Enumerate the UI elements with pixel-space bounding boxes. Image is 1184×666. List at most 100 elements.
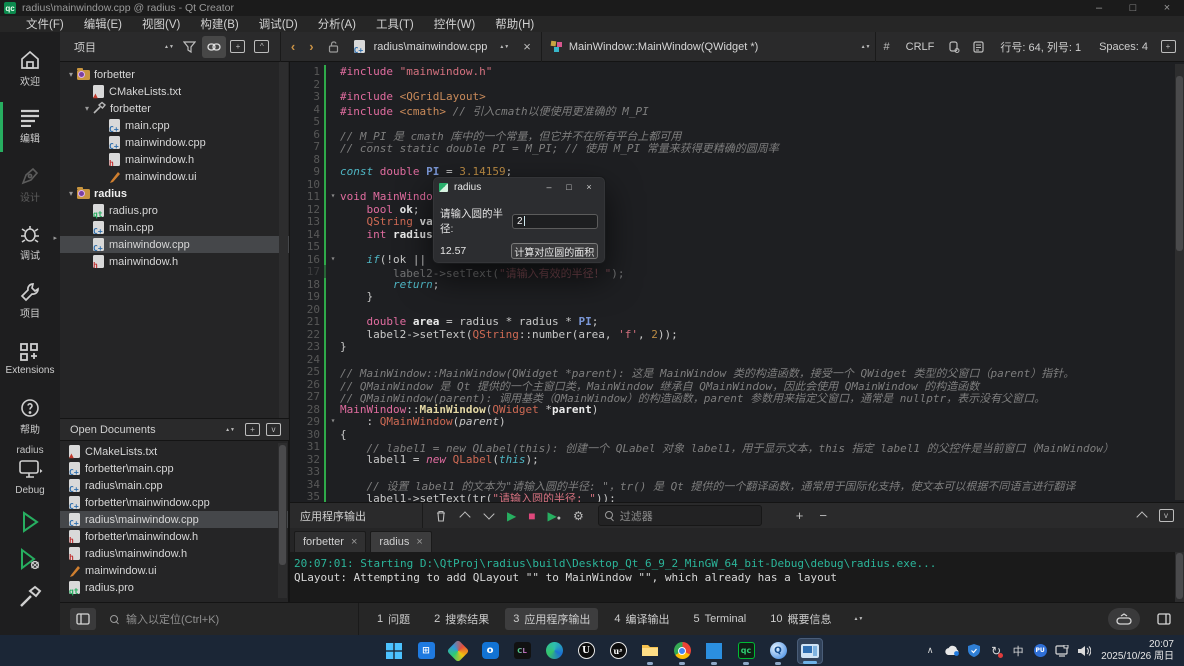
code-line-8[interactable]: 8 bbox=[290, 153, 1184, 166]
panel-button-搜索结果[interactable]: 2搜索结果 bbox=[426, 608, 497, 630]
output-scrollbar[interactable] bbox=[1175, 552, 1184, 602]
code-line-15[interactable]: 15 bbox=[290, 240, 1184, 253]
tree-item-main-cpp[interactable]: C+main.cpp bbox=[60, 117, 289, 134]
open-doc-mainwindow-ui[interactable]: mainwindow.ui bbox=[60, 562, 288, 579]
tray-pinyin-icon[interactable]: PU bbox=[1029, 644, 1051, 657]
panel-button-概要信息[interactable]: 10概要信息 bbox=[762, 608, 839, 630]
document-dropdown[interactable]: radius\mainwindow.cpp bbox=[374, 41, 488, 53]
code-line-24[interactable]: 24 bbox=[290, 353, 1184, 366]
kit-selector[interactable] bbox=[0, 460, 60, 483]
tray-ime-zh-icon[interactable]: 中 bbox=[1007, 643, 1029, 659]
panel-button-Terminal[interactable]: 5Terminal bbox=[686, 610, 755, 628]
code-line-14[interactable]: 14 int radius = bbox=[290, 228, 1184, 241]
expander-icon[interactable]: ▾ bbox=[82, 104, 92, 113]
pane-selector-spinner[interactable]: ▲▼ bbox=[164, 45, 174, 49]
code-line-10[interactable]: 10 bbox=[290, 178, 1184, 191]
tray-cloud-icon[interactable] bbox=[941, 645, 963, 656]
document-spinner[interactable]: ▲▼ bbox=[499, 45, 509, 49]
expand-all-icon[interactable]: + bbox=[226, 36, 250, 58]
menu-item-1[interactable]: 编辑(E) bbox=[76, 16, 130, 32]
toggle-output-pane-button[interactable] bbox=[1108, 608, 1140, 630]
taskbar-microsoft-store-icon[interactable]: ⊞ bbox=[413, 638, 439, 664]
mode-welcome[interactable]: 欢迎 bbox=[0, 40, 60, 98]
taskbar-colorful-app-icon[interactable] bbox=[445, 638, 471, 664]
mode-projects[interactable]: 项目 bbox=[0, 272, 60, 330]
close-tab-icon[interactable]: × bbox=[351, 536, 357, 548]
split-editor-icon[interactable]: + bbox=[1156, 36, 1180, 58]
code-line-35[interactable]: 35 label1->setText(tr("请输入圆的半径: ")); bbox=[290, 490, 1184, 502]
code-line-28[interactable]: 28MainWindow::MainWindow(QWidget *parent… bbox=[290, 403, 1184, 416]
code-line-16[interactable]: 16▾ if(!ok || rad bbox=[290, 253, 1184, 266]
panel-button-应用程序输出[interactable]: 3应用程序输出 bbox=[505, 608, 598, 630]
editor-scrollbar[interactable] bbox=[1175, 64, 1184, 500]
fold-marker-icon[interactable]: ▾ bbox=[326, 253, 340, 266]
minimize-button[interactable]: – bbox=[1082, 0, 1116, 16]
code-line-13[interactable]: 13 QString value bbox=[290, 215, 1184, 228]
taskbar-outlook-icon[interactable]: o bbox=[477, 638, 503, 664]
open-doc-CMakeLists-txt[interactable]: ▲CMakeLists.txt bbox=[60, 443, 288, 460]
panel-button-问题[interactable]: 1问题 bbox=[369, 608, 418, 630]
code-line-5[interactable]: 5 bbox=[290, 115, 1184, 128]
debug-run-button[interactable] bbox=[0, 547, 60, 574]
encoding-indicator[interactable]: # bbox=[884, 41, 890, 53]
tree-item-mainwindow-h[interactable]: hmainwindow.h bbox=[60, 151, 289, 168]
collapse-all-icon[interactable]: ^ bbox=[250, 36, 274, 58]
unlock-icon[interactable] bbox=[322, 36, 346, 58]
menu-item-5[interactable]: 分析(A) bbox=[310, 16, 364, 32]
taskbar-qq-icon[interactable]: Q bbox=[765, 638, 791, 664]
output-console[interactable]: 20:07:01: Starting D:\QtProj\radius\buil… bbox=[290, 552, 1184, 602]
code-line-6[interactable]: 6// M_PI 是 cmath 库中的一个常量，但它并不在所有平台上都可用 bbox=[290, 128, 1184, 141]
open-documents-split-icon[interactable]: + bbox=[245, 423, 260, 436]
output-filter-input[interactable]: 过滤器 bbox=[598, 505, 762, 526]
code-line-27[interactable]: 27// QMainWindow(parent): 调用基类（QMainWind… bbox=[290, 390, 1184, 403]
code-line-34[interactable]: 34 // 设置 label1 的文本为"请输入圆的半径: "，tr() 是 Q… bbox=[290, 478, 1184, 491]
menu-item-8[interactable]: 帮助(H) bbox=[487, 16, 542, 32]
code-line-30[interactable]: 30{ bbox=[290, 428, 1184, 441]
dialog-maximize-button[interactable]: □ bbox=[559, 182, 579, 192]
open-doc-forbetter-mainwindow-cpp[interactable]: C+forbetter\mainwindow.cpp bbox=[60, 494, 288, 511]
toggle-right-sidebar-icon[interactable] bbox=[1152, 608, 1176, 630]
code-line-9[interactable]: 9const double PI = 3.14159; bbox=[290, 165, 1184, 178]
menu-item-2[interactable]: 视图(V) bbox=[134, 16, 188, 32]
code-line-17[interactable]: 17 label2->setText("请输入有效的半径！"); bbox=[290, 265, 1184, 278]
output-tab-radius[interactable]: radius× bbox=[370, 531, 431, 552]
code-line-25[interactable]: 25// MainWindow::MainWindow(QWidget *par… bbox=[290, 365, 1184, 378]
open-doc-radius-pro[interactable]: qtradius.pro bbox=[60, 579, 288, 596]
text-cursor-settings-icon[interactable] bbox=[942, 36, 966, 58]
zoom-in-output-icon[interactable]: + bbox=[796, 508, 804, 523]
file-properties-icon[interactable] bbox=[966, 36, 990, 58]
tray-volume-icon[interactable] bbox=[1073, 645, 1095, 657]
tree-item-mainwindow-cpp[interactable]: C+mainwindow.cpp bbox=[60, 134, 289, 151]
taskbar-clock[interactable]: 20:072025/10/26 周日 bbox=[1101, 639, 1174, 663]
open-documents-close-split-icon[interactable]: v bbox=[266, 423, 281, 436]
taskbar-file-explorer-icon[interactable] bbox=[637, 638, 663, 664]
debug-rerun-icon[interactable]: ▶● bbox=[547, 509, 560, 523]
code-line-12[interactable]: 12 bool ok; bbox=[290, 203, 1184, 216]
code-line-26[interactable]: 26// QMainWindow 是 Qt 提供的一个主窗口类，MainWind… bbox=[290, 378, 1184, 391]
mode-edit[interactable]: 编辑 bbox=[0, 98, 60, 156]
code-line-2[interactable]: 2 bbox=[290, 78, 1184, 91]
code-line-4[interactable]: 4#include <cmath> // 引入cmath以便使用更准确的 M_P… bbox=[290, 103, 1184, 116]
menu-item-0[interactable]: 文件(F) bbox=[18, 16, 72, 32]
symbol-dropdown[interactable]: MainWindow::MainWindow(QWidget *) bbox=[569, 41, 759, 53]
stop-icon[interactable]: ■ bbox=[528, 509, 535, 523]
run-button[interactable] bbox=[0, 510, 60, 537]
panel-spinner[interactable]: ▲▼ bbox=[853, 617, 863, 621]
build-button[interactable] bbox=[0, 584, 60, 613]
maximize-output-icon[interactable]: v bbox=[1154, 505, 1178, 527]
tray-security-shield-icon[interactable] bbox=[963, 644, 985, 657]
code-editor[interactable]: 1#include "mainwindow.h"23#include <QGri… bbox=[290, 62, 1184, 502]
open-doc-forbetter-mainwindow-h[interactable]: hforbetter\mainwindow.h bbox=[60, 528, 288, 545]
tray-cast-monitor-icon[interactable] bbox=[1051, 645, 1073, 657]
dialog-title-bar[interactable]: radius – □ × bbox=[433, 177, 605, 197]
taskbar-chrome-icon[interactable] bbox=[669, 638, 695, 664]
filter-icon[interactable] bbox=[178, 36, 202, 58]
sync-with-editor-icon[interactable] bbox=[202, 36, 226, 58]
expander-icon[interactable]: ▾ bbox=[66, 189, 76, 198]
code-line-33[interactable]: 33 bbox=[290, 465, 1184, 478]
taskbar-vscode-icon[interactable] bbox=[701, 638, 727, 664]
taskbar-edge-icon[interactable] bbox=[541, 638, 567, 664]
open-documents-title[interactable]: Open Documents bbox=[70, 424, 221, 436]
tree-item-mainwindow-h[interactable]: hmainwindow.h bbox=[60, 253, 289, 270]
mode-debug[interactable]: 调试▸ bbox=[0, 214, 60, 272]
